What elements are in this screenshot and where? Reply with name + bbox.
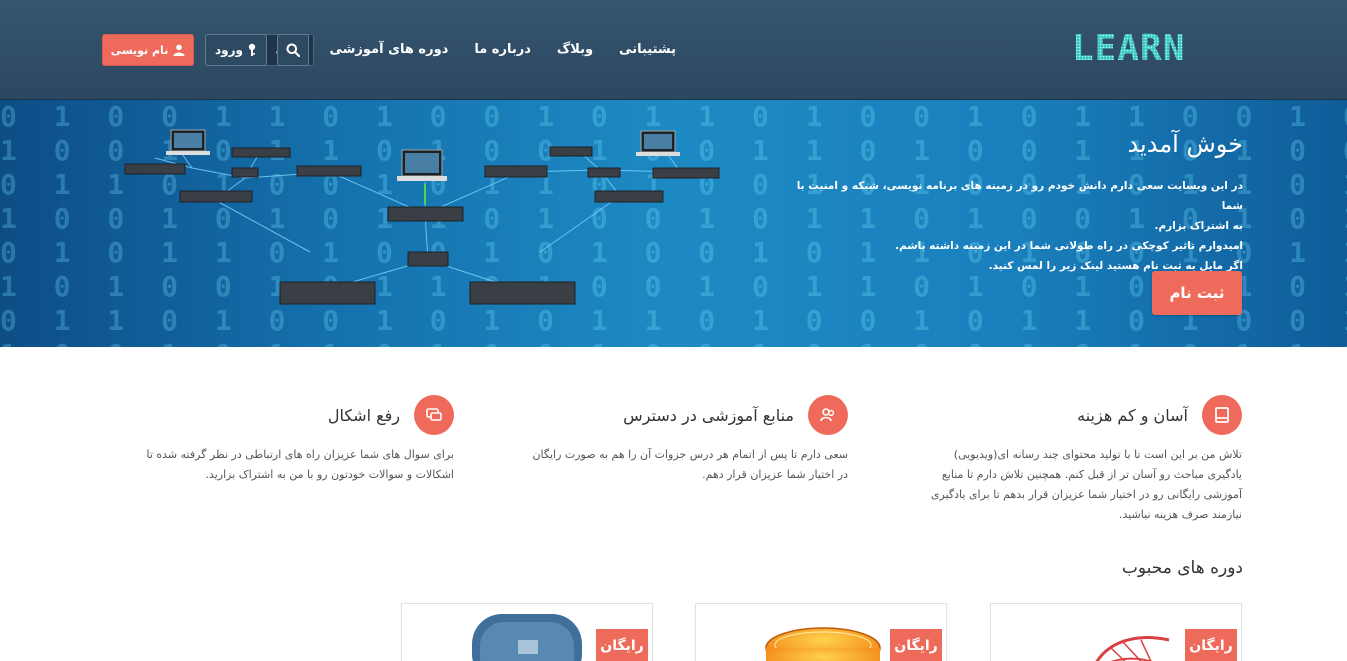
feature-desc: سعی دارم تا پس از اتمام هر درس جزوات آن … — [532, 448, 848, 481]
course-card-database[interactable]: رایگان — [695, 603, 947, 661]
hero-line: امیدوارم تاثیر کوچکی در راه طولانی شما د… — [895, 240, 1243, 252]
feature-title: منابع آموزشی در دسترس — [623, 405, 794, 425]
nav-item-blog[interactable]: وبلاگ — [546, 34, 604, 66]
chat-icon — [414, 395, 454, 435]
free-badge: رایگان — [596, 629, 648, 661]
signup-cta-button[interactable]: ثبت نام — [1152, 271, 1242, 315]
popular-courses-title: دوره های محبوب — [1121, 558, 1243, 578]
course-card-sql-server[interactable]: رایگان — [990, 603, 1242, 661]
feature-troubleshoot: رفع اشکال برای سوال های شما عزیزان راه ه… — [134, 395, 454, 485]
hero-line: در این وبسایت سعی دارم دانش خودم رو در ز… — [796, 180, 1243, 212]
python-logo — [472, 614, 582, 661]
book-icon — [1202, 395, 1242, 435]
feature-resources: منابع آموزشی در دسترس سعی دارم تا پس از … — [528, 395, 848, 485]
user-icon — [173, 44, 185, 56]
register-label: نام نویسی — [110, 43, 169, 57]
free-badge: رایگان — [1185, 629, 1237, 661]
nav-item-about[interactable]: درباره ما — [463, 34, 542, 66]
login-button[interactable]: ورود — [205, 34, 267, 66]
feature-easy-cheap: آسان و کم هزینه تلاش من بر این است تا با… — [922, 395, 1242, 525]
hero-text: خوش آمدید در این وبسایت سعی دارم دانش خو… — [793, 130, 1243, 276]
navbar: LEARN خانه دوره های آموزشی درباره ما وبل… — [0, 0, 1347, 100]
feature-desc: تلاش من بر این است تا با تولید محتوای چن… — [930, 448, 1242, 521]
network-diagram — [124, 129, 720, 305]
search-icon — [286, 43, 300, 57]
nav-item-support[interactable]: پشتیبانی — [608, 34, 687, 66]
learn-logo[interactable]: LEARN — [1072, 28, 1204, 64]
hero-banner: 0 1 0 0 1 1 0 1 0 0 1 0 1 1 0 1 0 0 1 0 … — [0, 100, 1347, 347]
svg-text:LEARN: LEARN — [1072, 28, 1185, 64]
main-nav: خانه دوره های آموزشی درباره ما وبلاگ پشت… — [263, 34, 687, 66]
database-logo — [765, 627, 881, 661]
feature-desc: برای سوال های شما عزیزان راه های ارتباطی… — [146, 448, 454, 481]
hero-line: به اشتراک بزارم. — [1154, 220, 1243, 232]
search-button[interactable] — [277, 34, 309, 66]
hero-body: در این وبسایت سعی دارم دانش خودم رو در ز… — [793, 176, 1243, 276]
users-icon — [808, 395, 848, 435]
feature-title: آسان و کم هزینه — [1077, 405, 1188, 425]
key-icon — [248, 43, 256, 56]
free-badge: رایگان — [890, 629, 942, 661]
login-label: ورود — [215, 43, 243, 57]
register-button[interactable]: نام نویسی — [102, 34, 194, 66]
feature-title: رفع اشکال — [327, 405, 400, 425]
course-card-python[interactable]: رایگان — [401, 603, 653, 661]
sql-server-logo — [1095, 636, 1170, 661]
hero-title: خوش آمدید — [1127, 130, 1243, 158]
nav-item-courses[interactable]: دوره های آموزشی — [318, 34, 459, 66]
